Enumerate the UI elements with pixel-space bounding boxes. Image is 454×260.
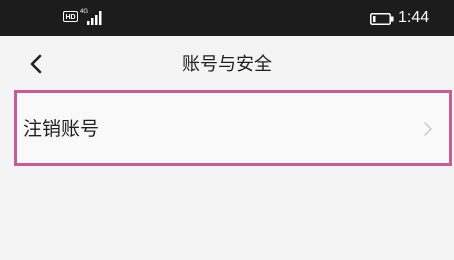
list-item-label: 注销账号: [23, 118, 100, 140]
status-time: 1:44: [398, 9, 430, 26]
page-title: 账号与安全: [182, 54, 272, 75]
status-bar: HD 4G 1:44: [0, 0, 454, 36]
nav-bar: 账号与安全: [0, 36, 454, 90]
signal-icon: [87, 11, 102, 25]
list-item-cancel-account[interactable]: 注销账号: [14, 90, 452, 166]
chevron-right-icon: [424, 122, 432, 136]
hd-icon: HD: [63, 11, 78, 22]
battery-icon: [370, 13, 394, 25]
